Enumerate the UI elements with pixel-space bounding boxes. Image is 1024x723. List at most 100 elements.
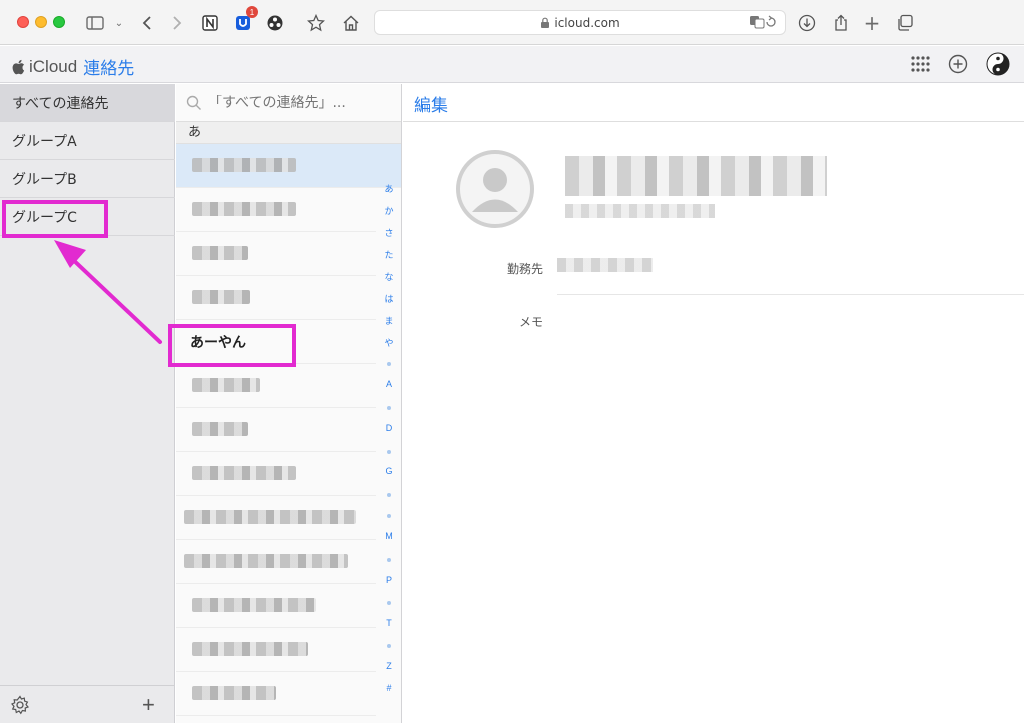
contact-name-redacted [192,290,250,304]
index-letter[interactable]: D [376,423,401,433]
list-item[interactable] [176,672,376,716]
contact-name-redacted [192,378,260,392]
account-avatar[interactable] [986,52,1010,76]
settings-gear-icon[interactable] [10,695,30,719]
list-item[interactable] [176,364,376,408]
app-brand: iCloud 連絡先 [12,54,134,79]
back-icon[interactable] [136,12,158,34]
list-item[interactable] [176,628,376,672]
section-header: あ [176,122,401,144]
index-dot [387,558,391,562]
index-letter[interactable]: さ [376,226,401,239]
index-letter[interactable]: T [376,618,401,628]
sidebar-item-group-b[interactable]: グループB [0,160,175,198]
highlight-box-contact [168,324,296,367]
index-letter[interactable]: P [376,575,401,585]
address-bar[interactable]: icloud.com [374,10,786,35]
contact-name-redacted [184,510,356,524]
download-icon[interactable] [796,12,818,34]
list-item[interactable] [176,452,376,496]
company-value-redacted [557,258,653,272]
index-dot [387,493,391,497]
sidebar-item-label: すべての連絡先 [12,95,109,112]
yin-yang-icon [986,52,1010,76]
list-item[interactable] [176,584,376,628]
detail-header: 編集 [403,84,1024,122]
contact-avatar-icon [456,150,534,228]
search-input[interactable] [208,94,398,111]
contact-name-redacted [565,156,827,196]
tab-overview-icon[interactable] [894,12,916,34]
index-dot [387,362,391,366]
divider [557,294,1024,295]
chevron-down-icon[interactable]: ⌄ [108,12,130,34]
forward-icon[interactable] [166,12,188,34]
close-window-button[interactable] [17,16,29,28]
minimize-window-button[interactable] [35,16,47,28]
contact-name-redacted [192,686,276,700]
index-letter[interactable]: Z [376,661,401,671]
list-item[interactable] [176,408,376,452]
browser-toolbar: ⌄ 1 icloud.com + [0,0,1024,45]
zoom-window-button[interactable] [53,16,65,28]
search-icon [186,95,201,110]
notion-extension-icon[interactable] [199,12,221,34]
sidebar-item-all-contacts[interactable]: すべての連絡先 [0,84,175,122]
url-text: icloud.com [554,15,620,30]
contact-list: あ あーやん あ か さ た な は ま や A D G M P T Z # [176,84,402,723]
index-letter[interactable]: # [376,683,401,693]
edit-button[interactable]: 編集 [414,91,448,116]
bookmark-star-icon[interactable] [305,12,327,34]
index-letter[interactable]: A [376,379,401,389]
index-letter[interactable]: M [376,531,401,541]
contact-name-redacted [192,246,248,260]
share-icon[interactable] [830,12,852,34]
sidebar-item-label: グループB [12,171,77,188]
index-dot [387,601,391,605]
home-icon[interactable] [340,12,362,34]
add-circle-icon[interactable] [946,52,970,76]
list-item[interactable] [176,496,376,540]
sidebar-item-group-a[interactable]: グループA [0,122,175,160]
list-item[interactable] [176,276,376,320]
apple-logo-icon [12,59,25,74]
contact-subname-redacted [565,204,715,218]
index-dot [387,514,391,518]
index-letter[interactable]: か [376,204,401,217]
memo-label: メモ [518,315,543,329]
contact-detail: 編集 勤務先 メモ [403,84,1024,723]
sidebar-toggle-icon[interactable] [84,12,106,34]
index-letter[interactable]: た [376,248,401,261]
contact-name-redacted [192,422,248,436]
sidebar-item-label: グループA [12,133,77,150]
index-dot [387,406,391,410]
lock-icon [541,17,550,28]
extension-badge: 1 [246,6,258,18]
extension-icon[interactable] [264,12,286,34]
icloud-label: iCloud [29,56,78,76]
app-name: 連絡先 [83,59,135,79]
add-group-button[interactable]: + [142,692,155,718]
index-letter[interactable]: あ [376,182,401,195]
index-letter[interactable]: ま [376,314,401,327]
app-header: iCloud 連絡先 [0,46,1024,83]
list-item[interactable] [176,540,376,584]
index-letter[interactable]: や [376,336,401,349]
company-label: 勤務先 [506,262,543,276]
index-dot [387,644,391,648]
new-tab-icon[interactable]: + [861,11,883,35]
index-dot [387,450,391,454]
app-grid-icon[interactable] [908,52,932,76]
translate-icon[interactable] [749,15,777,32]
search-bar [176,84,401,122]
index-letter[interactable]: は [376,292,401,305]
highlight-box-group-c [2,200,108,238]
index-letter[interactable]: な [376,270,401,283]
sidebar-footer: + [0,685,175,723]
list-item[interactable] [176,232,376,276]
list-item[interactable] [176,188,376,232]
list-item[interactable] [176,144,401,188]
index-letter[interactable]: G [376,466,401,476]
contact-name-redacted [192,598,316,612]
contact-name-redacted [192,202,296,216]
